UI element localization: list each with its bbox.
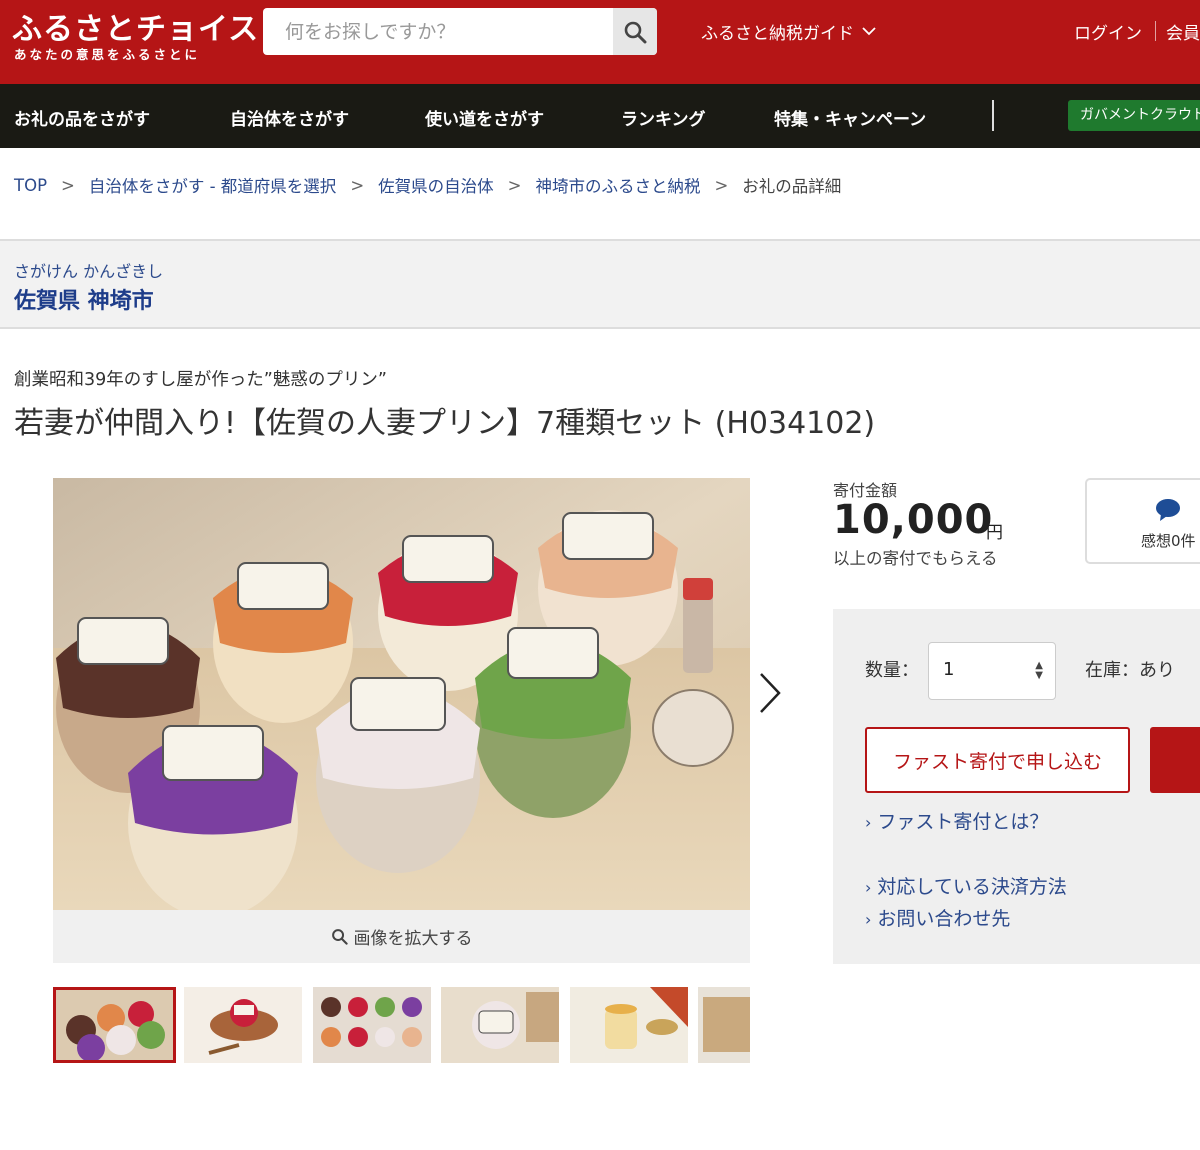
chevron-right-icon: › [865,910,872,929]
thumbnail-image [184,987,302,1063]
stock-label: 在庫： [1085,660,1139,681]
thumbnail-image [56,990,173,1060]
login-link[interactable]: ログイン [1074,19,1142,44]
quantity-select[interactable]: 1 ▲ ▼ [928,642,1056,700]
order-panel: 数量： 1 ▲ ▼ 在庫：あり ファスト寄付で申し込む › ファスト寄付とは？ › 対… [833,609,1200,964]
municipality-name[interactable]: 佐賀県 神埼市 [14,283,154,315]
thumbnail-image [313,987,431,1063]
breadcrumb-top[interactable]: TOP [14,176,47,195]
payment-methods-link[interactable]: › 対応している決済方法 [865,872,1067,899]
apply-button[interactable] [1150,727,1200,793]
product-catchphrase: 創業昭和39年のすし屋が作った”魅惑のプリン” [14,370,387,390]
thumbnail-image [441,987,559,1063]
header-divider [1155,21,1156,41]
main-product-image[interactable] [53,478,750,910]
thumbnail-5[interactable] [570,987,688,1063]
thumbnail-6[interactable] [698,987,750,1063]
thumbnail-image [570,987,688,1063]
main-nav: お礼の品をさがす 自治体をさがす 使い道をさがす ランキング 特集・キャンペーン… [0,84,1200,148]
pudding-jars-photo [53,478,750,910]
nav-item-uses[interactable]: 使い道をさがす [425,105,544,130]
nav-item-ranking[interactable]: ランキング [621,105,706,130]
member-link[interactable]: 会員 [1166,19,1200,44]
link-label: お問い合わせ先 [877,908,1011,930]
search-input[interactable] [263,8,613,55]
breadcrumb-separator: > [350,175,365,195]
fast-donation-button[interactable]: ファスト寄付で申し込む [865,727,1130,793]
updown-arrows-icon: ▲ ▼ [1035,660,1043,681]
breadcrumb: TOP > 自治体をさがす - 都道府県を選択 > 佐賀県の自治体 > 神埼市の… [14,173,841,197]
breadcrumb-current: お礼の品詳細 [742,177,842,196]
stock-status: 在庫：あり [1085,656,1175,682]
gov-crowdfunding-button[interactable]: ガバメントクラウドファンディング [1068,100,1200,131]
site-tagline: あなたの意思をふるさとに [14,47,201,62]
quantity-value: 1 [943,659,955,680]
thumbnail-2[interactable] [184,987,302,1063]
reviews-button[interactable]: 感想0件 [1085,478,1200,564]
chevron-down-icon [862,27,876,36]
chevron-right-icon: › [865,813,872,832]
breadcrumb-separator: > [507,175,522,195]
nav-divider [992,100,994,131]
link-label: 対応している決済方法 [877,876,1067,898]
price-unit: 円 [986,523,1003,543]
breadcrumb-separator: > [714,175,729,195]
chevron-right-icon [760,673,781,713]
link-label: ファスト寄付とは？ [877,811,1049,833]
price-note: 以上の寄付でもらえる [833,549,998,568]
gallery-next-arrow[interactable] [754,670,784,716]
search-box [263,8,657,55]
nav-item-campaigns[interactable]: 特集・キャンペーン [774,105,926,130]
thumbnail-4[interactable] [441,987,559,1063]
breadcrumb-kanzaki[interactable]: 神埼市のふるさと納税 [535,173,700,197]
fast-donation-info-link[interactable]: › ファスト寄付とは？ [865,807,1048,834]
municipality-kana: さがけん かんざきし [14,262,164,281]
product-title: 若妻が仲間入り!【佐賀の人妻プリン】7種類セット (H034102) [14,406,876,441]
zoom-label: 画像を拡大する [353,929,473,949]
thumbnail-image [698,987,750,1063]
breadcrumb-separator: > [61,175,75,195]
comment-icon [1156,499,1180,521]
thumbnail-3[interactable] [313,987,431,1063]
municipality-band: さがけん かんざきし 佐賀県 神埼市 [0,239,1200,329]
nav-item-municipalities[interactable]: 自治体をさがす [230,105,349,130]
search-icon [624,21,647,43]
search-button[interactable] [613,8,657,55]
stock-value: あり [1139,660,1175,681]
quantity-label: 数量： [865,660,919,681]
site-logo[interactable]: ふるさとチョイス [12,4,259,48]
guide-dropdown[interactable]: ふるさと納税ガイド [701,19,876,44]
contact-link[interactable]: › お問い合わせ先 [865,904,1010,931]
nav-item-gifts[interactable]: お礼の品をさがす [14,105,150,130]
thumbnail-1[interactable] [53,987,176,1063]
magnifier-icon [331,929,348,945]
guide-label: ふるさと納税ガイド [701,24,854,44]
zoom-image-button[interactable]: 画像を拡大する [53,910,750,963]
site-header: ふるさとチョイス あなたの意思をふるさとに ふるさと納税ガイド ログイン 会員 [0,0,1200,84]
breadcrumb-saga[interactable]: 佐賀県の自治体 [378,173,494,197]
chevron-right-icon: › [865,878,872,897]
breadcrumb-prefecture-select[interactable]: 自治体をさがす - 都道府県を選択 [89,173,336,197]
reviews-count: 感想0件 [1141,532,1196,550]
price-value: 10,000 [833,497,994,543]
